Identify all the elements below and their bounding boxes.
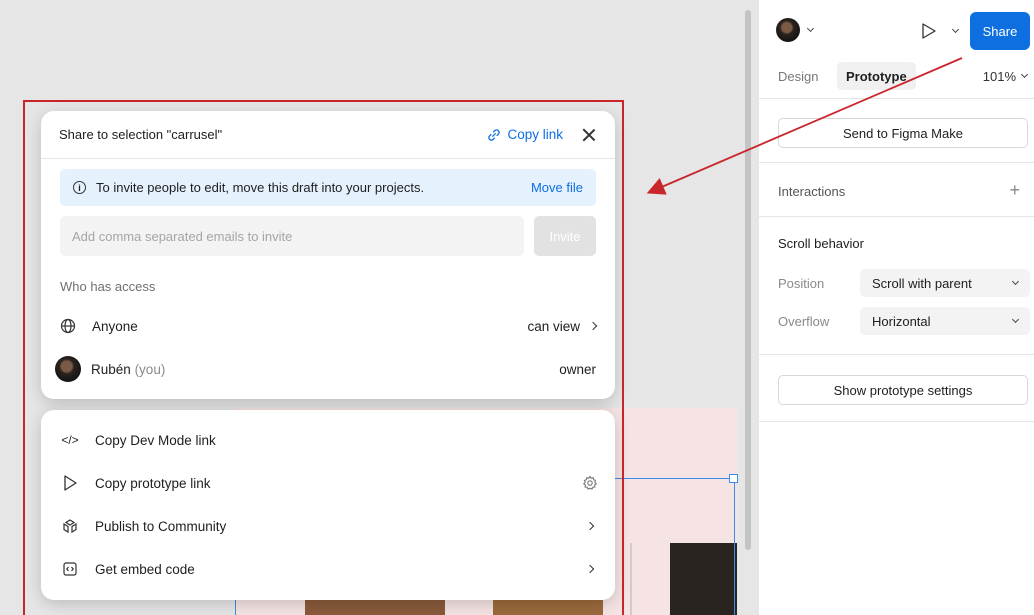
properties-panel: Share Design Prototype 101% Send to Figm… — [758, 0, 1034, 615]
position-label: Position — [778, 275, 825, 291]
who-has-access-heading: Who has access — [60, 279, 156, 294]
dialog-header: Share to selection "carrusel" Copy link — [41, 111, 615, 159]
banner-text: To invite people to edit, move this draf… — [96, 180, 425, 195]
invite-button[interactable]: Invite — [534, 216, 596, 256]
overflow-label: Overflow — [778, 313, 830, 329]
copy-link-button[interactable]: Copy link — [487, 127, 563, 142]
chevron-down-icon — [1011, 315, 1020, 324]
chevron-down-icon — [1020, 70, 1029, 79]
access-row-anyone: Anyone can view — [60, 311, 598, 341]
show-prototype-settings-button[interactable]: Show prototype settings — [778, 375, 1028, 405]
menu-item-publish-to-community[interactable]: Publish to Community — [61, 511, 599, 541]
chevron-right-icon — [585, 521, 595, 531]
position-select[interactable]: Scroll with parent — [860, 269, 1030, 297]
community-icon — [61, 517, 79, 535]
divider — [759, 98, 1034, 99]
selection-outline-right — [734, 478, 735, 615]
overflow-row: Overflow Horizontal — [778, 307, 1030, 335]
divider — [759, 421, 1034, 422]
add-interaction-plus-icon[interactable]: + — [1009, 180, 1020, 201]
avatar — [55, 356, 81, 382]
permission-owner-value: owner — [559, 361, 596, 377]
menu-item-copy-prototype-link[interactable]: Copy prototype link — [61, 468, 599, 498]
menu-item-label: Copy prototype link — [95, 475, 211, 491]
panel-tabs: Design Prototype 101% — [759, 62, 1034, 90]
top-bar: Share — [759, 0, 1034, 60]
globe-icon — [60, 318, 76, 334]
chevron-down-icon[interactable] — [806, 24, 815, 33]
you-suffix: (you) — [134, 361, 166, 377]
zoom-dropdown[interactable]: 101% — [982, 62, 1029, 90]
menu-item-label: Get embed code — [95, 561, 195, 577]
embed-icon — [61, 560, 79, 578]
permission-anyone-value: can view — [527, 318, 580, 334]
share-button[interactable]: Share — [970, 12, 1030, 50]
selection-outline-top — [612, 478, 734, 479]
gear-icon[interactable] — [581, 474, 599, 492]
divider — [759, 162, 1034, 163]
info-icon: i — [73, 181, 86, 194]
overflow-value: Horizontal — [872, 313, 931, 329]
access-owner-name: Rubén — [91, 361, 131, 377]
position-value: Scroll with parent — [872, 275, 972, 291]
scroll-behavior-heading: Scroll behavior — [778, 236, 864, 251]
canvas-scrollbar[interactable] — [745, 10, 751, 550]
divider — [759, 216, 1034, 217]
position-row: Position Scroll with parent — [778, 269, 1030, 297]
play-icon[interactable] — [921, 22, 937, 40]
play-icon — [61, 474, 79, 492]
chevron-right-icon — [588, 321, 598, 331]
invite-email-input[interactable] — [60, 216, 524, 256]
menu-item-get-embed-code[interactable]: Get embed code — [61, 554, 599, 584]
access-row-owner: Rubén (you) owner — [55, 354, 596, 384]
zoom-level: 101% — [982, 68, 1016, 84]
send-to-figma-make-button[interactable]: Send to Figma Make — [778, 118, 1028, 148]
divider — [759, 354, 1034, 355]
close-icon[interactable] — [581, 127, 597, 143]
overflow-select[interactable]: Horizontal — [860, 307, 1030, 335]
copy-link-label: Copy link — [507, 127, 563, 142]
access-anyone-label: Anyone — [60, 318, 527, 334]
move-file-button[interactable]: Move file — [531, 180, 583, 195]
info-banner: i To invite people to edit, move this dr… — [60, 169, 596, 206]
invite-row: Invite — [60, 216, 596, 256]
avatar[interactable] — [776, 18, 800, 42]
menu-item-copy-dev-mode-link[interactable]: </> Copy Dev Mode link — [61, 425, 599, 455]
tab-design[interactable]: Design — [778, 62, 818, 90]
permission-dropdown-anyone[interactable]: can view — [527, 318, 598, 334]
menu-item-label: Publish to Community — [95, 518, 227, 534]
food-photo-3 — [670, 543, 737, 615]
chevron-down-icon[interactable] — [951, 25, 960, 34]
access-anyone-name: Anyone — [92, 318, 138, 334]
access-owner-label: Rubén (you) — [55, 356, 559, 382]
link-icon — [488, 128, 501, 141]
selection-resize-handle[interactable] — [729, 474, 738, 483]
interactions-heading: Interactions — [778, 184, 846, 199]
food-photo-4 — [630, 543, 632, 615]
chevron-right-icon — [585, 564, 595, 574]
chevron-down-icon — [1011, 277, 1020, 286]
share-options-menu: </> Copy Dev Mode link Copy prototype li… — [41, 410, 615, 600]
dialog-title: Share to selection "carrusel" — [59, 127, 223, 142]
code-icon: </> — [61, 433, 79, 447]
share-dialog: Share to selection "carrusel" Copy link … — [41, 111, 615, 399]
tab-prototype[interactable]: Prototype — [837, 62, 916, 90]
menu-item-label: Copy Dev Mode link — [95, 432, 216, 448]
